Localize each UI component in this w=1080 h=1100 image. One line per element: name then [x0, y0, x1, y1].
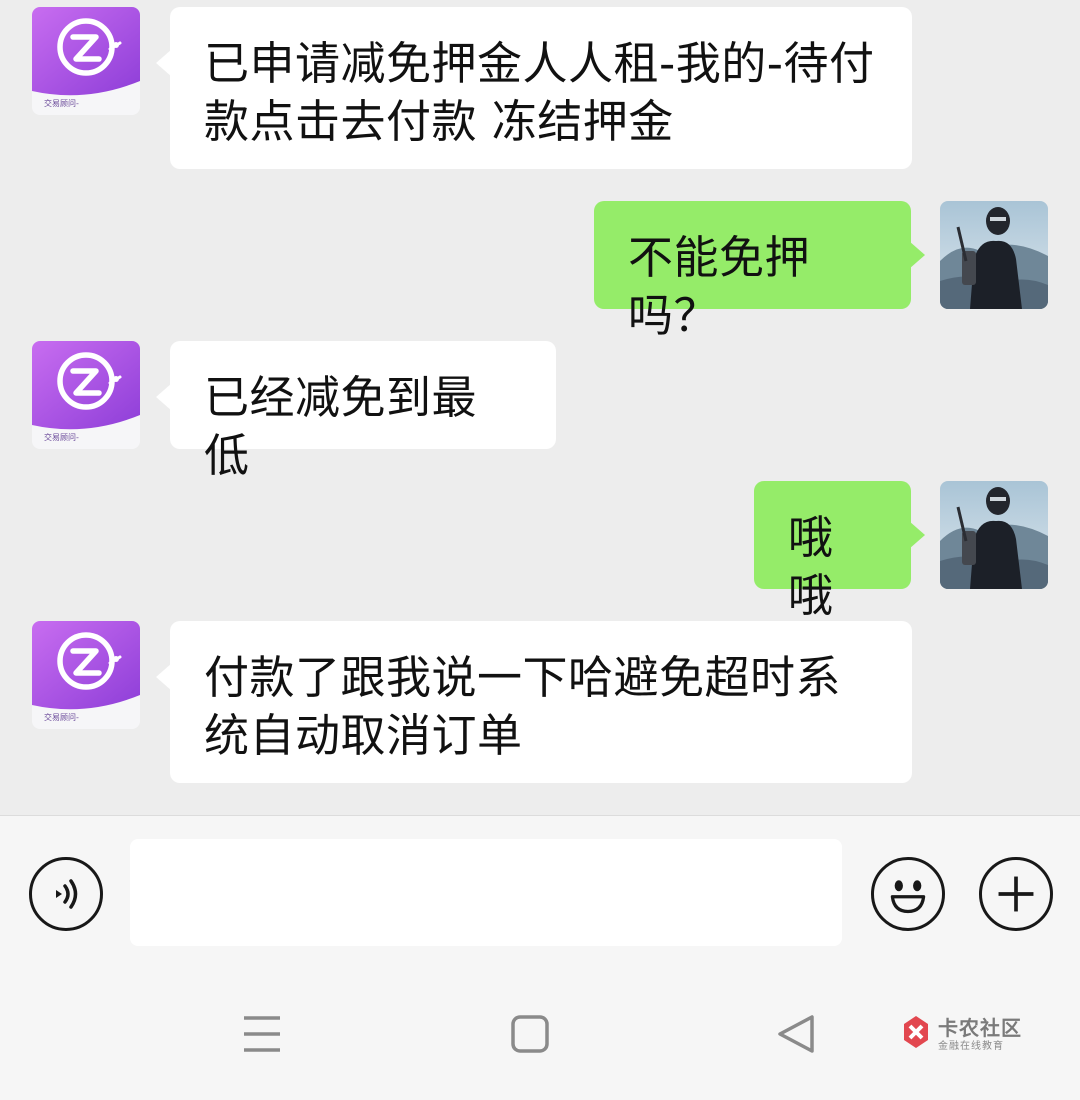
message-text: 付款了跟我说一下哈避免超时系统自动取消订单 — [204, 651, 842, 762]
user-avatar[interactable] — [940, 201, 1048, 309]
message-bubble-outgoing[interactable]: 不能免押吗？ — [594, 201, 925, 342]
contact-brand-label: 交易顾问- — [44, 713, 79, 722]
contact-avatar[interactable]: 交易顾问- — [32, 7, 140, 115]
emoji-button[interactable] — [871, 857, 945, 931]
kanong-logo-icon — [904, 1016, 928, 1048]
contact-brand-label: 交易顾问- — [44, 99, 79, 108]
contact-avatar[interactable]: 交易顾问- — [32, 341, 140, 449]
message-text: 哦哦 — [788, 511, 834, 622]
message-bubble-incoming[interactable]: 付款了跟我说一下哈避免超时系统自动取消订单 — [156, 621, 912, 783]
user-photo — [940, 481, 1048, 589]
contact-brand-label: 交易顾问- — [44, 433, 79, 442]
voice-button[interactable] — [29, 857, 103, 931]
message-input[interactable] — [130, 839, 842, 946]
menu-icon[interactable] — [240, 1012, 284, 1056]
message-bubble-incoming[interactable]: 已经减免到最低 — [156, 341, 556, 482]
message-text: 已申请减免押金人人租-我的-待付款点击去付款 冻结押金 — [204, 37, 875, 148]
message-text: 不能免押吗？ — [628, 231, 811, 342]
voice-icon — [56, 879, 78, 909]
user-avatar[interactable] — [940, 481, 1048, 589]
message-bubble-outgoing[interactable]: 哦哦 — [754, 481, 925, 622]
user-photo — [940, 201, 1048, 309]
back-icon[interactable] — [774, 1012, 818, 1056]
watermark-subtitle: 金融在线教育 — [938, 1041, 1004, 1052]
chat-area[interactable]: 交易顾问- 已申请减免押金人人租-我的-待付款点击去付款 冻结押金 不能免押吗？… — [0, 0, 1080, 815]
message-text: 已经减免到最低 — [204, 371, 478, 482]
message-bubble-incoming[interactable]: 已申请减免押金人人租-我的-待付款点击去付款 冻结押金 — [156, 7, 912, 169]
plus-icon — [998, 876, 1034, 912]
emoji-icon — [890, 880, 926, 914]
plus-button[interactable] — [979, 857, 1053, 931]
watermark: 卡农社区 金融在线教育 — [898, 1012, 1038, 1052]
contact-avatar[interactable]: 交易顾问- — [32, 621, 140, 729]
input-bar — [0, 815, 1080, 970]
home-icon[interactable] — [508, 1012, 552, 1056]
